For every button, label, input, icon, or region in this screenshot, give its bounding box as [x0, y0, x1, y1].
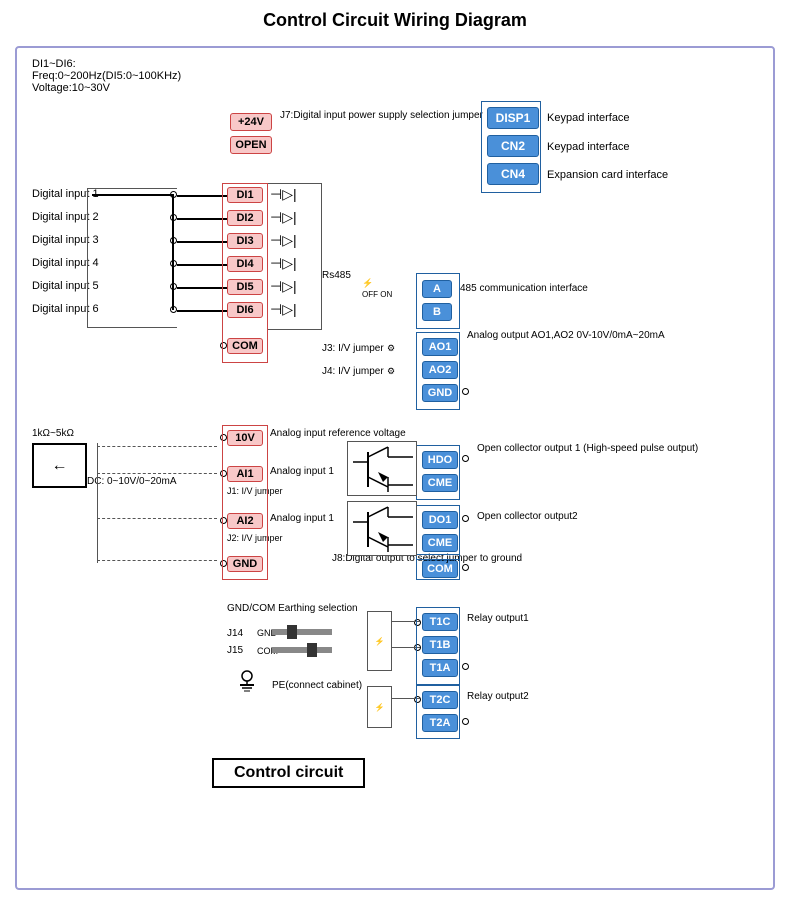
- disp1-label: Keypad interface: [547, 112, 630, 124]
- di5-line: [177, 287, 227, 289]
- com-bot-dot: [462, 564, 469, 571]
- relay2-coil-box: ⚡: [367, 686, 392, 728]
- rs485-switch: ⚡OFF ON: [362, 278, 392, 299]
- t2a-dot: [462, 718, 469, 725]
- j3-sym: ⚙: [387, 343, 395, 354]
- dash-line-1: [97, 446, 217, 447]
- hdo-transistor-box: [347, 441, 417, 496]
- resistor-box: ←: [32, 443, 87, 488]
- t1a-dot: [462, 663, 469, 670]
- j3-label: J3: I/V jumper: [322, 343, 384, 354]
- di-terminal-box: [222, 183, 268, 363]
- j4-sym: ⚙: [387, 366, 395, 377]
- cn2-label: Keypad interface: [547, 141, 630, 153]
- hdo-desc: Open collector output 1 (High-speed puls…: [477, 443, 627, 454]
- do1-terminal-box: [416, 505, 460, 560]
- dash-vert-left: [97, 443, 98, 563]
- diagram-area: DI1~DI6: Freq:0~200Hz(DI5:0~100KHz) Volt…: [32, 58, 762, 878]
- do1-transistor-box: [347, 501, 417, 556]
- rs485-label: Rs485: [322, 270, 351, 281]
- dash-line-2: [97, 473, 217, 474]
- cn4-label: Expansion card interface: [547, 169, 668, 181]
- relay2-terminal-box: [416, 685, 460, 739]
- terminal-open: OPEN: [230, 136, 272, 154]
- j4-label: J4: I/V jumper: [322, 366, 384, 377]
- di-bracket: [87, 188, 177, 328]
- com-terminal-box: [416, 554, 460, 580]
- 10v-label: Analog input reference voltage: [270, 428, 390, 439]
- j15-switch: [272, 641, 332, 664]
- ao-desc: Analog output AO1,AO2 0V-10V/0mA~20mA: [467, 330, 627, 341]
- di1-line: [177, 195, 227, 197]
- gnd-com-label: GND/COM Earthing selection: [227, 603, 357, 614]
- interface-terminal-box: [481, 101, 541, 193]
- di4-line: [177, 264, 227, 266]
- dash-line-4: [97, 560, 217, 561]
- page-title: Control Circuit Wiring Diagram: [10, 10, 780, 31]
- ab-terminal-box: [416, 273, 460, 329]
- j14-label: J14: [227, 628, 243, 639]
- hdo-dot: [462, 455, 469, 462]
- j7-label: J7:Digital input power supply selection …: [280, 110, 440, 121]
- ai-terminal-box: [222, 425, 268, 580]
- pe-label: PE(connect cabinet): [272, 680, 362, 691]
- analog-voltage-label: 1kΩ~5kΩ: [32, 428, 74, 439]
- di6-line: [177, 310, 227, 312]
- diagram-container: DI1~DI6: Freq:0~200Hz(DI5:0~100KHz) Volt…: [15, 46, 775, 890]
- do1-desc: Open collector output2: [477, 511, 578, 522]
- ao-terminal-box: [416, 332, 460, 410]
- di-info: DI1~DI6: Freq:0~200Hz(DI5:0~100KHz) Volt…: [32, 58, 181, 94]
- relay2-label: Relay output2: [467, 691, 529, 702]
- relay1-terminal-box: [416, 607, 460, 685]
- di3-line: [177, 241, 227, 243]
- dash-line-3: [97, 518, 217, 519]
- hdo-terminal-box: [416, 445, 460, 500]
- do1-dot: [462, 515, 469, 522]
- gnd-ao-dot: [462, 388, 469, 395]
- j15-label: J15: [227, 645, 243, 656]
- di-diode-box: [267, 183, 322, 330]
- control-circuit-label: Control circuit: [212, 758, 365, 788]
- relay1-coil-box: ⚡: [367, 611, 392, 671]
- relay1-label: Relay output1: [467, 613, 529, 624]
- page-wrapper: Control Circuit Wiring Diagram DI1~DI6: …: [10, 10, 780, 890]
- terminal-24v: +24V: [230, 113, 272, 131]
- rs485-desc: 485 communication interface: [460, 283, 580, 294]
- dc-label: DC: 0~10V/0~20mA: [87, 476, 177, 487]
- di2-line: [177, 218, 227, 220]
- pe-ground-sym: [232, 670, 262, 700]
